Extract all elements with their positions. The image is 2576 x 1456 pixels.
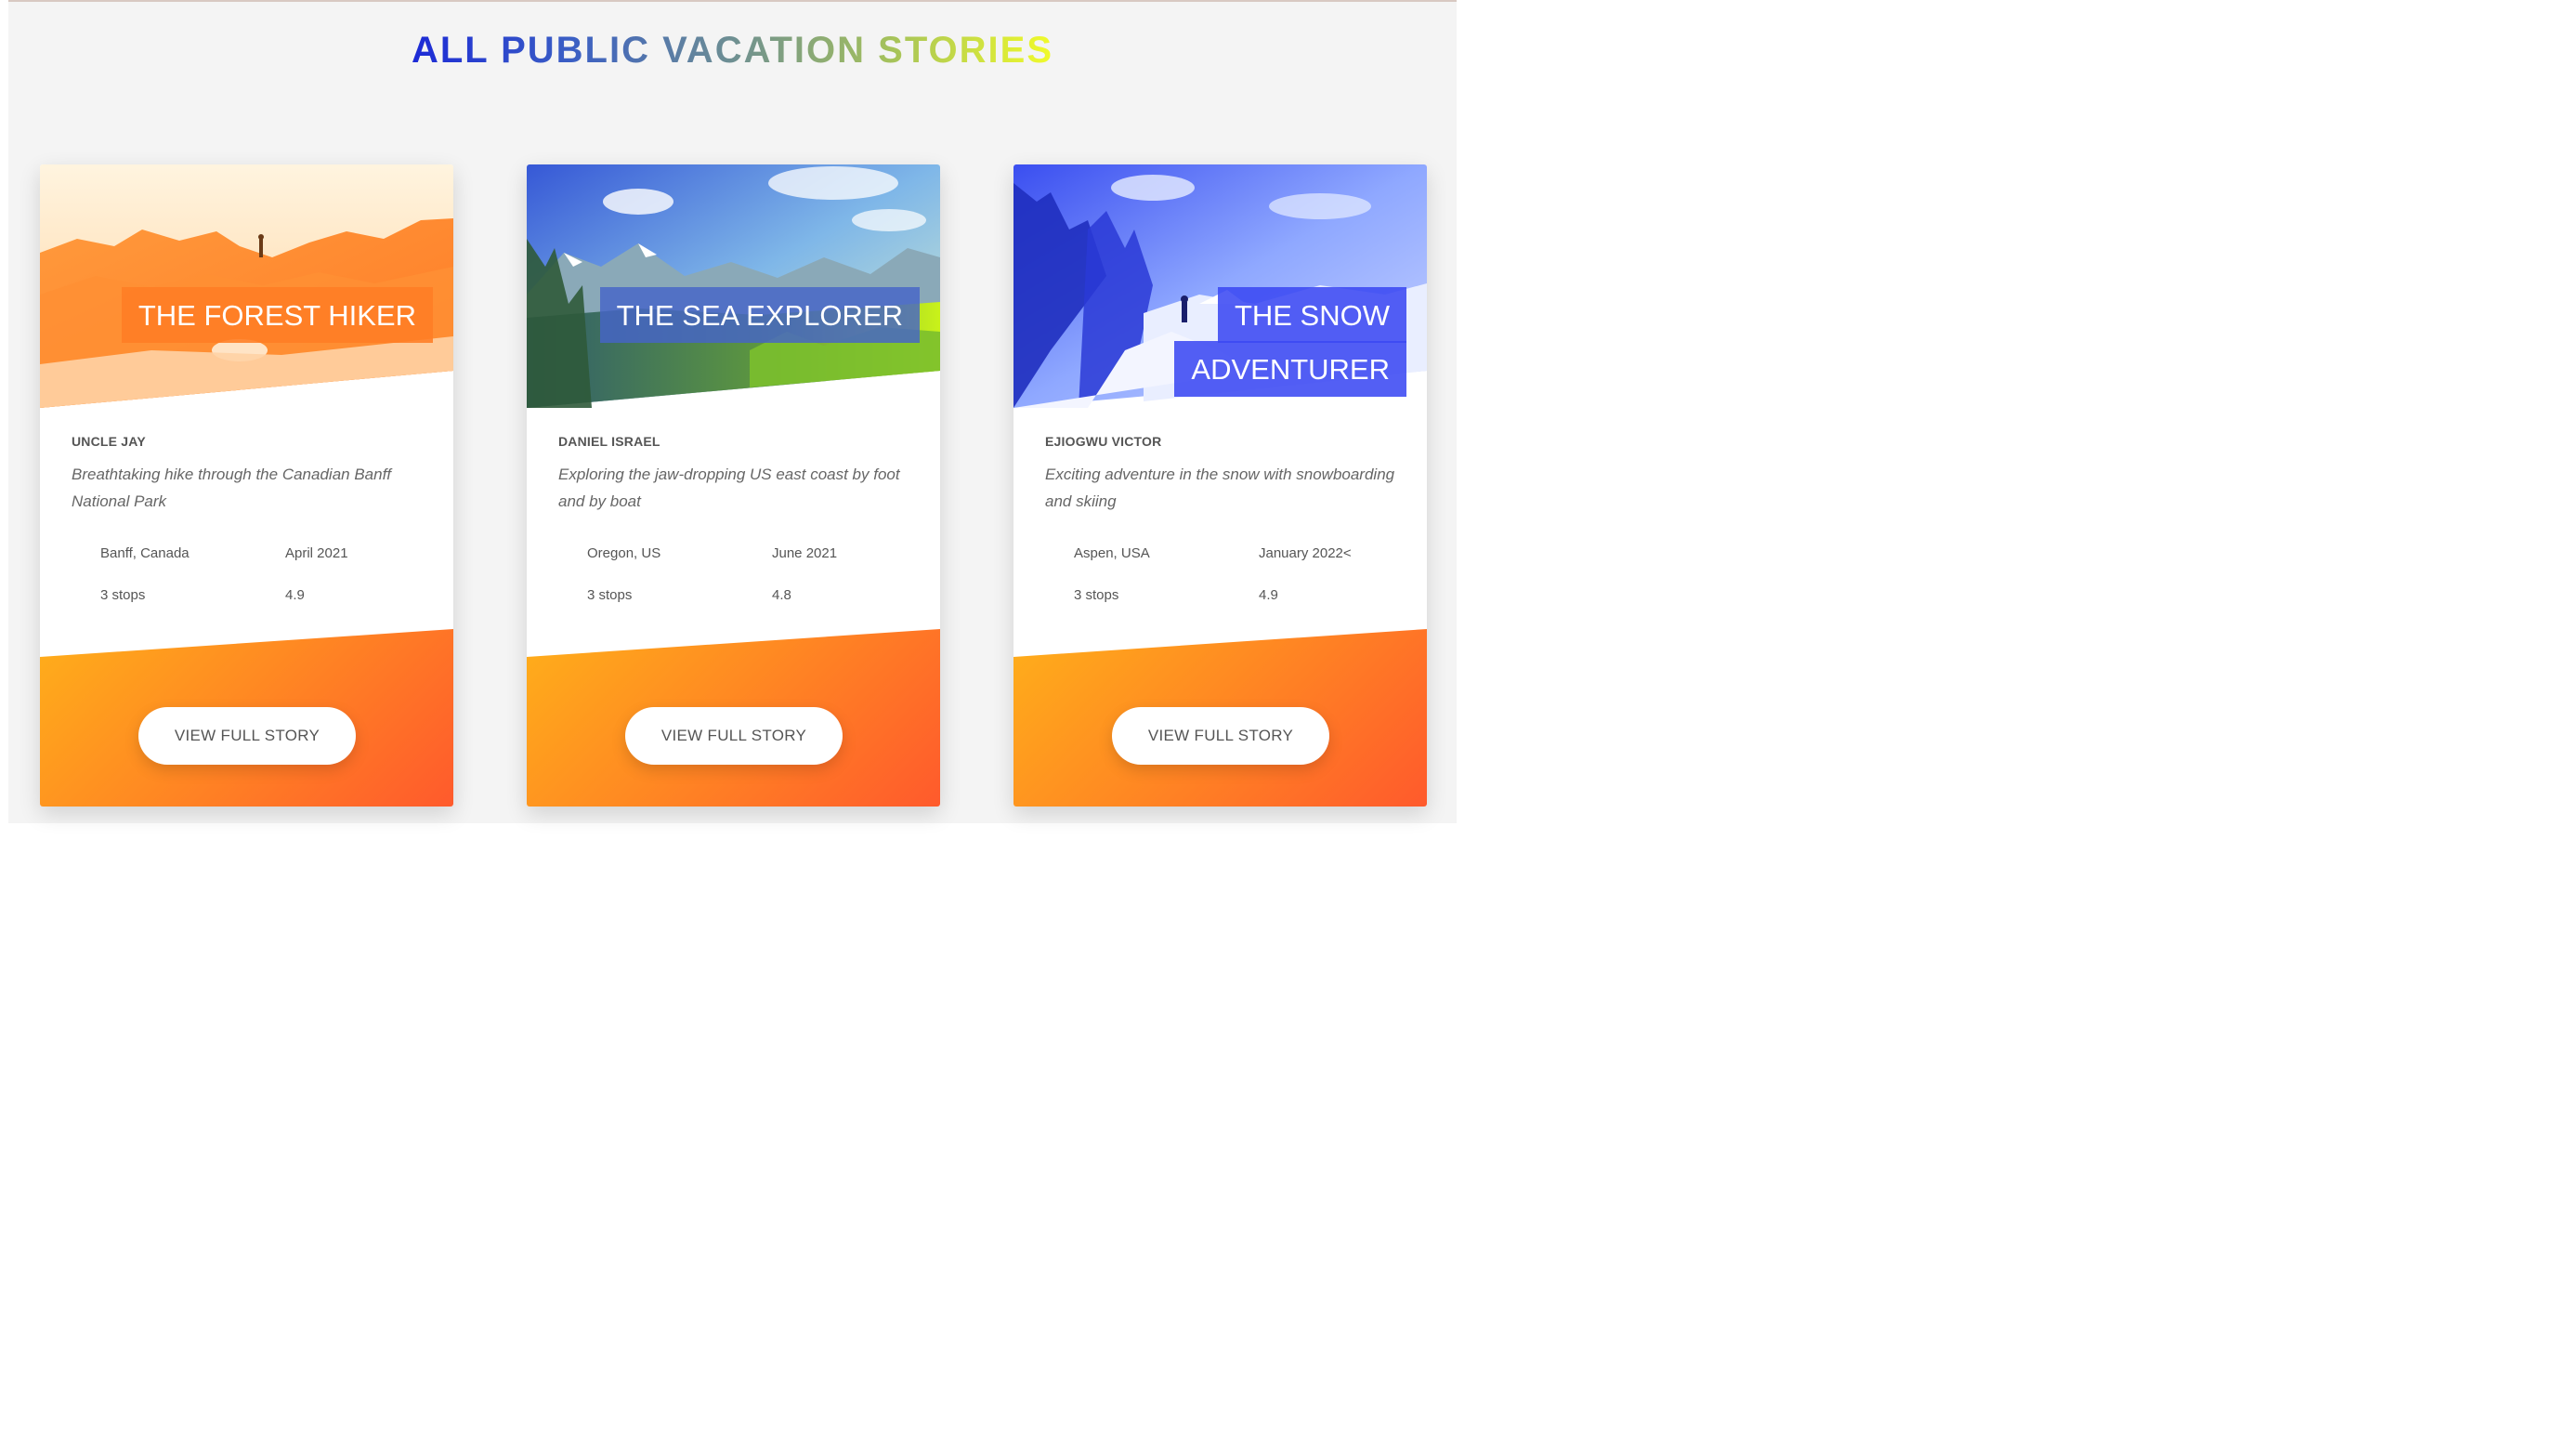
card-date: April 2021	[285, 545, 348, 561]
card-author: EJIOGWU VICTOR	[1045, 434, 1162, 449]
card-title-label-line2: ADVENTURER	[1174, 341, 1406, 397]
card-hero-image: THE FOREST HIKER	[40, 164, 453, 408]
mountain-lake-image	[527, 164, 940, 408]
card-stops: 3 stops	[1074, 587, 1119, 603]
card-description: Breathtaking hike through the Canadian B…	[72, 466, 392, 510]
card-rating: 4.9	[285, 587, 305, 603]
card-stops: 3 stops	[100, 587, 146, 603]
card-hero-image: THE SEA EXPLORER	[527, 164, 940, 408]
card-location: Oregon, US	[587, 545, 661, 561]
story-card-forest-hiker: THE FOREST HIKER UNCLE JAY Breathtaking …	[40, 164, 453, 807]
card-author: UNCLE JAY	[72, 434, 146, 449]
card-hero-image: THE SNOW ADVENTURER	[1013, 164, 1427, 408]
card-title-label-line1: THE SNOW	[1217, 287, 1406, 343]
card-title-label: THE SEA EXPLORER	[599, 287, 920, 343]
forest-landscape-image	[40, 164, 453, 408]
card-stops: 3 stops	[587, 587, 633, 603]
card-date: January 2022<	[1259, 545, 1352, 561]
card-title-label: THE FOREST HIKER	[121, 287, 433, 343]
story-card-snow-adventurer: THE SNOW ADVENTURER EJIOGWU VICTOR Excit…	[1013, 164, 1427, 807]
card-location: Aspen, USA	[1074, 545, 1150, 561]
view-full-story-button[interactable]: VIEW FULL STORY	[625, 707, 843, 765]
story-card-sea-explorer: THE SEA EXPLORER DANIEL ISRAEL Exploring…	[527, 164, 940, 807]
view-full-story-button[interactable]: VIEW FULL STORY	[1112, 707, 1329, 765]
page-title: ALL PUBLIC VACATION STORIES	[411, 30, 1054, 71]
view-full-story-button[interactable]: VIEW FULL STORY	[138, 707, 356, 765]
card-author: DANIEL ISRAEL	[558, 434, 660, 449]
card-location: Banff, Canada	[100, 545, 190, 561]
card-description: Exploring the jaw-dropping US east coast…	[558, 466, 900, 510]
page-background: ALL PUBLIC VACATION STORIES THE FOREST H…	[8, 0, 1457, 823]
card-description: Exciting adventure in the snow with snow…	[1045, 466, 1395, 510]
card-rating: 4.8	[772, 587, 791, 603]
card-date: June 2021	[772, 545, 838, 561]
card-rating: 4.9	[1259, 587, 1278, 603]
